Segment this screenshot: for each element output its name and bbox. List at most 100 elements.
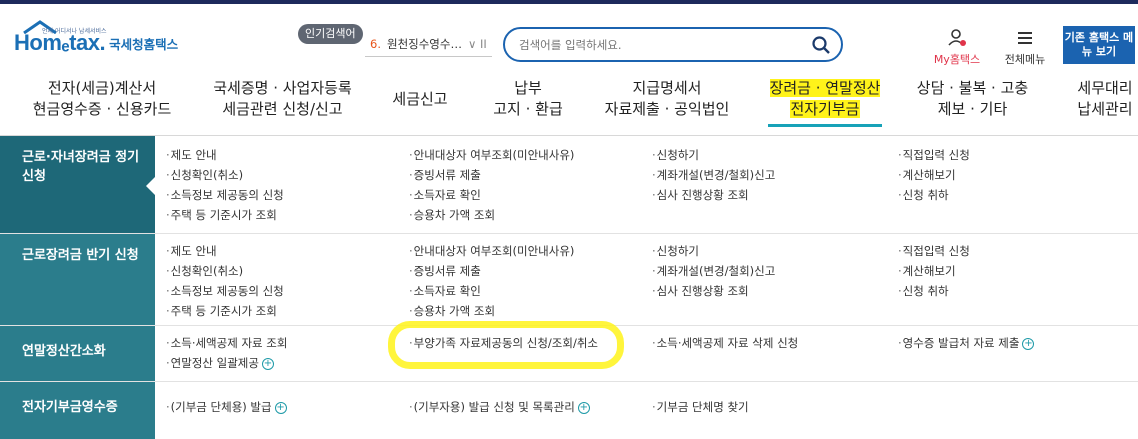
submenu-link[interactable]: 제도 안내 — [166, 145, 217, 165]
gnb-label: 세무대리 — [1077, 79, 1133, 97]
gnb-label: 제보 · 기타 — [937, 100, 1008, 118]
gnb-label: 고지 · 환급 — [493, 100, 563, 118]
row-title[interactable]: 근로·자녀장려금 정기 신청 — [0, 136, 156, 233]
submenu-link[interactable]: 기부금 단체명 찾기 — [652, 397, 749, 417]
submenu-link-label: (기부자용) 발급 신청 및 목록관리 — [413, 400, 575, 414]
submenu-row: 근로장려금 반기 신청 제도 안내 신청확인(취소) 소득정보 제공동의 신청 … — [0, 234, 1138, 326]
plus-icon[interactable]: + — [261, 357, 274, 370]
submenu-link[interactable]: 신청확인(취소) — [166, 261, 243, 281]
user-icon — [948, 29, 966, 46]
submenu-link[interactable]: 직접입력 신청 — [898, 241, 970, 261]
submenu-link[interactable]: 제도 안내 — [166, 241, 217, 261]
row-title[interactable]: 전자기부금영수증 — [0, 382, 155, 439]
gnb-label: 전자(세금)계산서 — [47, 79, 157, 97]
plus-icon[interactable]: + — [1022, 337, 1035, 350]
submenu-link[interactable]: 영수증 발급처 자료 제출+ — [898, 333, 1035, 353]
gnb-label: 지급명세서 — [632, 79, 702, 97]
gnb-payment[interactable]: 납부 고지 · 환급 — [478, 78, 578, 120]
gnb-label: 장려금 · 연말정산 — [769, 79, 881, 97]
popular-underline — [365, 56, 492, 57]
popular-term[interactable]: 원천징수영수… — [387, 36, 462, 52]
gnb-label: 납세관리 — [1077, 100, 1133, 118]
global-nav: 전자(세금)계산서 현금영수증 · 신용카드 국세증명 · 사업자등록 세금관련… — [0, 78, 1138, 132]
gnb-certificate[interactable]: 국세증명 · 사업자등록 세금관련 신청/신고 — [195, 78, 370, 120]
gnb-e-invoice[interactable]: 전자(세금)계산서 현금영수증 · 신용카드 — [22, 78, 182, 120]
submenu-link[interactable]: 계좌개설(변경/철회)신고 — [652, 165, 776, 185]
my-hometax-button[interactable]: My홈택스 — [925, 28, 989, 67]
all-menu-button[interactable]: 전체메뉴 — [995, 28, 1055, 67]
submenu-link-label: 영수증 발급처 자료 제출 — [902, 336, 1020, 350]
submenu-link[interactable]: 신청 취하 — [898, 281, 949, 301]
gnb-label: 자료제출 · 공익법인 — [604, 100, 730, 118]
my-hometax-label: My홈택스 — [933, 53, 981, 66]
gnb-label: 세금관련 신청/신고 — [222, 100, 343, 118]
submenu-link[interactable]: 계좌개설(변경/철회)신고 — [652, 261, 776, 281]
logo-subtext: 국세청홈택스 — [109, 36, 179, 52]
submenu-link-label: (기부금 단체용) 발급 — [170, 400, 272, 414]
search-box — [503, 27, 843, 62]
row-title-line: 근로·자녀장려금 정기 — [22, 150, 140, 165]
plus-icon[interactable]: + — [577, 401, 590, 414]
hometax-logo[interactable]: 언제 어디서나 납세서비스 Homₑtax. 국세청홈택스 — [14, 20, 179, 60]
gnb-agent[interactable]: 세무대리 납세관리 — [1060, 78, 1138, 120]
gnb-incentive[interactable]: 장려금 · 연말정산 전자기부금 — [755, 78, 895, 120]
plus-icon[interactable]: + — [274, 401, 287, 414]
submenu-link[interactable]: 소득정보 제공동의 신청 — [166, 281, 284, 301]
submenu-link[interactable]: 안내대상자 여부조회(미안내사유) — [409, 145, 575, 165]
submenu-link[interactable]: 심사 진행상황 조회 — [652, 185, 749, 205]
yellow-highlight-marker — [388, 321, 624, 369]
submenu-link[interactable]: 심사 진행상황 조회 — [652, 281, 749, 301]
all-menu-label: 전체메뉴 — [1004, 53, 1046, 66]
submenu-link[interactable]: (기부자용) 발급 신청 및 목록관리+ — [409, 397, 590, 417]
submenu-link[interactable]: 승용차 가액 조회 — [409, 301, 495, 321]
submenu-link[interactable]: 증빙서류 제출 — [409, 165, 481, 185]
submenu-link[interactable]: 안내대상자 여부조회(미안내사유) — [409, 241, 575, 261]
submenu-row: 전자기부금영수증 (기부금 단체용) 발급+ (기부자용) 발급 신청 및 목록… — [0, 382, 1138, 439]
submenu-link-label: 연말정산 일괄제공 — [170, 356, 259, 370]
search-input[interactable] — [519, 35, 799, 55]
gnb-label: 납부 — [514, 79, 542, 97]
row-title-line: 근로장려금 반기 신청 — [22, 248, 139, 263]
logo-tagline: 언제 어디서나 납세서비스 — [42, 28, 107, 35]
submenu-link[interactable]: (기부금 단체용) 발급+ — [166, 397, 287, 417]
submenu-link[interactable]: 신청하기 — [652, 241, 699, 261]
popular-rank: 6. — [370, 37, 381, 51]
submenu-link[interactable]: 신청 취하 — [898, 185, 949, 205]
submenu-link[interactable]: 소득정보 제공동의 신청 — [166, 185, 284, 205]
row-title-line: 신청 — [22, 169, 46, 184]
row-title[interactable]: 연말정산간소화 — [0, 326, 155, 381]
header: 언제 어디서나 납세서비스 Homₑtax. 국세청홈택스 인기검색어 6. 원… — [0, 4, 1138, 74]
gnb-label: 국세증명 · 사업자등록 — [213, 79, 352, 97]
search-icon[interactable] — [811, 35, 831, 55]
submenu-link[interactable]: 연말정산 일괄제공+ — [166, 353, 274, 373]
gnb-label: 현금영수증 · 신용카드 — [32, 100, 172, 118]
row-title-line: 전자기부금영수증 — [22, 400, 118, 415]
gnb-payment-statement[interactable]: 지급명세서 자료제출 · 공익법인 — [592, 78, 742, 120]
submenu-link[interactable]: 승용차 가액 조회 — [409, 205, 495, 225]
popular-controls[interactable]: ∨ II — [468, 37, 487, 51]
row-title[interactable]: 근로장려금 반기 신청 — [0, 234, 155, 325]
submenu-link[interactable]: 주택 등 기준시가 조회 — [166, 205, 277, 225]
submenu-link[interactable]: 신청확인(취소) — [166, 165, 243, 185]
popular-search-badge: 인기검색어 — [298, 24, 363, 44]
submenu-link[interactable]: 증빙서류 제출 — [409, 261, 481, 281]
submenu-row: 근로·자녀장려금 정기 신청 제도 안내 신청확인(취소) 소득정보 제공동의 … — [0, 136, 1138, 234]
popular-search-item[interactable]: 6. 원천징수영수… ∨ II — [370, 36, 487, 52]
submenu-link[interactable]: 소득자료 확인 — [409, 185, 481, 205]
submenu-link[interactable]: 신청하기 — [652, 145, 699, 165]
row-title-line: 연말정산간소화 — [22, 344, 106, 359]
submenu-link[interactable]: 직접입력 신청 — [898, 145, 970, 165]
submenu-link[interactable]: 주택 등 기준시가 조회 — [166, 301, 277, 321]
gnb-active-underline — [768, 124, 882, 127]
hamburger-icon — [1018, 32, 1032, 44]
legacy-menu-button[interactable]: 기존 홈택스 메뉴 보기 — [1063, 26, 1135, 64]
submenu-link[interactable]: 계산해보기 — [898, 261, 956, 281]
submenu-link[interactable]: 소득·세액공제 자료 조회 — [166, 333, 288, 353]
gnb-consultation[interactable]: 상담 · 불복 · 고충 제보 · 기타 — [900, 78, 1045, 120]
submenu-link[interactable]: 소득자료 확인 — [409, 281, 481, 301]
submenu-link[interactable]: 소득·세액공제 자료 삭제 신청 — [652, 333, 799, 353]
gnb-tax-filing[interactable]: 세금신고 — [380, 89, 460, 110]
submenu-link[interactable]: 계산해보기 — [898, 165, 956, 185]
gnb-label: 전자기부금 — [790, 100, 860, 118]
gnb-label: 상담 · 불복 · 고충 — [916, 79, 1029, 97]
